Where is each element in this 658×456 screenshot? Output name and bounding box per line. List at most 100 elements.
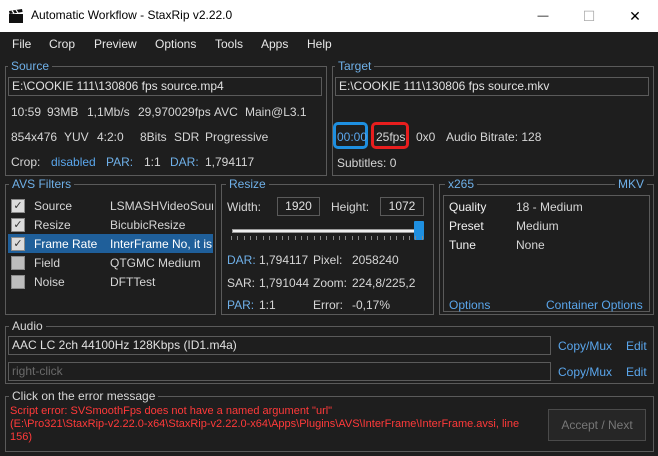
resize-dar-value: 1,794117 <box>259 253 309 267</box>
crop-value[interactable]: disabled <box>51 155 96 169</box>
filter-value: InterFrame No, it is <box>110 237 213 251</box>
target-group-title: Target <box>335 60 375 72</box>
source-duration: 10:59 <box>11 105 42 119</box>
menu-file[interactable]: File <box>12 37 31 51</box>
height-input[interactable]: 1072 <box>380 197 424 216</box>
encoder-title: x265 <box>445 178 478 190</box>
zoom-value: 224,8/225,2 <box>352 276 416 290</box>
error-label: Error: <box>313 298 343 312</box>
source-path-field[interactable]: E:\COOKIE 111\130806 fps source.mp4 <box>8 77 322 96</box>
par-value: 1:1 <box>144 155 161 169</box>
audio-track-1-field[interactable]: AAC LC 2ch 44100Hz 128Kbps (ID1.m4a) <box>8 336 551 355</box>
target-duration[interactable]: 00:00 <box>337 130 367 144</box>
filter-name: Source <box>34 199 73 213</box>
audio-2-edit[interactable]: Edit <box>626 365 647 379</box>
target-path-field[interactable]: E:\COOKIE 111\130806 fps source.mkv <box>335 77 649 96</box>
checkbox-checked-icon[interactable]: ✓ <box>11 199 25 213</box>
filter-row-field[interactable]: Field QTGMC Medium <box>8 253 213 272</box>
filter-name: Field <box>34 256 61 270</box>
error-message[interactable]: Script error: SVSmoothFps does not have … <box>10 405 540 444</box>
source-profile: Main@L3.1 <box>245 105 307 119</box>
sar-label: SAR: <box>227 276 256 290</box>
menu-bar: File Crop Preview Options Tools Apps Hel… <box>0 32 658 56</box>
resize-slider-track[interactable] <box>232 229 422 233</box>
audio-1-copy-mux[interactable]: Copy/Mux <box>558 339 612 353</box>
filter-row-source[interactable]: ✓ Source LSMASHVideoSource <box>8 196 213 215</box>
clapperboard-icon <box>9 9 23 23</box>
filter-row-noise[interactable]: Noise DFTTest <box>8 272 213 291</box>
resize-par-value: 1:1 <box>259 298 276 312</box>
pixel-label: Pixel: <box>313 253 343 267</box>
audio-2-copy-mux[interactable]: Copy/Mux <box>558 365 612 379</box>
menu-crop[interactable]: Crop <box>49 37 75 51</box>
slider-ticks <box>231 236 423 242</box>
target-size: 0x0 <box>416 130 436 144</box>
menu-options[interactable]: Options <box>155 37 196 51</box>
source-dynamic-range: SDR <box>174 130 200 144</box>
audio-title: Audio <box>9 320 46 332</box>
filter-value: BicubicResize <box>110 218 186 232</box>
tune-value[interactable]: None <box>516 238 545 252</box>
resize-title: Resize <box>226 178 269 190</box>
source-fps: 29,970029fps <box>138 105 211 119</box>
crop-label: Crop: <box>11 155 41 169</box>
minimize-button[interactable]: — <box>520 0 566 32</box>
source-codec: AVC <box>214 105 238 119</box>
checkbox-unchecked-icon[interactable] <box>11 256 25 270</box>
dar-value: 1,794117 <box>205 155 255 169</box>
pixel-value: 2058240 <box>352 253 399 267</box>
close-button[interactable]: ✕ <box>612 0 658 32</box>
encoder-options-link[interactable]: Options <box>449 298 490 312</box>
audio-track-2-field[interactable]: right-click <box>8 362 551 381</box>
filter-name: Resize <box>34 218 71 232</box>
maximize-button[interactable]: ☐ <box>566 0 612 32</box>
source-colorspace: YUV <box>64 130 89 144</box>
filter-name: Noise <box>34 275 65 289</box>
error-line-2: (E:\Pro321\StaxRip-v2.22.0-x64\StaxRip-v… <box>10 418 520 430</box>
preset-value[interactable]: Medium <box>516 219 559 233</box>
filter-row-resize[interactable]: ✓ Resize BicubicResize <box>8 215 213 234</box>
window-title: Automatic Workflow - StaxRip v2.22.0 <box>31 8 233 22</box>
filter-name: Frame Rate <box>34 237 98 251</box>
checkbox-checked-icon[interactable]: ✓ <box>11 237 25 251</box>
sar-value: 1,791044 <box>259 276 310 290</box>
error-line-1: Script error: SVSmoothFps does not have … <box>10 405 333 417</box>
zoom-label: Zoom: <box>313 276 348 290</box>
target-fps[interactable]: 25fps <box>376 130 405 144</box>
filter-row-frame-rate[interactable]: ✓ Frame Rate InterFrame No, it is <box>8 234 213 253</box>
target-audio-bitrate[interactable]: Audio Bitrate: 128 <box>446 130 541 144</box>
width-input[interactable]: 1920 <box>277 197 320 216</box>
source-size: 93MB <box>47 105 79 119</box>
height-label: Height: <box>331 200 370 214</box>
checkbox-unchecked-icon[interactable] <box>11 275 25 289</box>
filter-value: DFTTest <box>110 275 156 289</box>
container-options-link[interactable]: Container Options <box>546 298 643 312</box>
audio-1-edit[interactable]: Edit <box>626 339 647 353</box>
filter-value: QTGMC Medium <box>110 256 201 270</box>
menu-tools[interactable]: Tools <box>215 37 243 51</box>
quality-value[interactable]: 18 - Medium <box>516 200 583 214</box>
quality-label: Quality <box>449 200 487 214</box>
source-group-title: Source <box>8 60 53 72</box>
title-bar: Automatic Workflow - StaxRip v2.22.0 — ☐… <box>0 0 658 32</box>
container-title: MKV <box>615 178 648 190</box>
source-bitdepth: 8Bits <box>140 130 167 144</box>
resize-par-label[interactable]: PAR: <box>227 298 254 312</box>
preset-label: Preset <box>449 219 484 233</box>
accept-next-button[interactable]: Accept / Next <box>548 409 646 441</box>
checkbox-checked-icon[interactable]: ✓ <box>11 218 25 232</box>
par-label: PAR: <box>106 155 134 169</box>
menu-apps[interactable]: Apps <box>261 37 288 51</box>
minimize-icon: — <box>537 10 549 22</box>
error-value: -0,17% <box>352 298 391 312</box>
avs-filters-title: AVS Filters <box>9 178 75 190</box>
source-chroma: 4:2:0 <box>97 130 124 144</box>
resize-dar-label[interactable]: DAR: <box>227 253 256 267</box>
source-bitrate: 1,1Mb/s <box>87 105 130 119</box>
filter-list[interactable]: ✓ Source LSMASHVideoSource ✓ Resize Bicu… <box>8 196 213 292</box>
tune-label: Tune <box>449 238 476 252</box>
source-scan-type: Progressive <box>205 130 269 144</box>
target-subtitles: Subtitles: 0 <box>337 156 397 170</box>
menu-help[interactable]: Help <box>307 37 332 51</box>
menu-preview[interactable]: Preview <box>94 37 137 51</box>
